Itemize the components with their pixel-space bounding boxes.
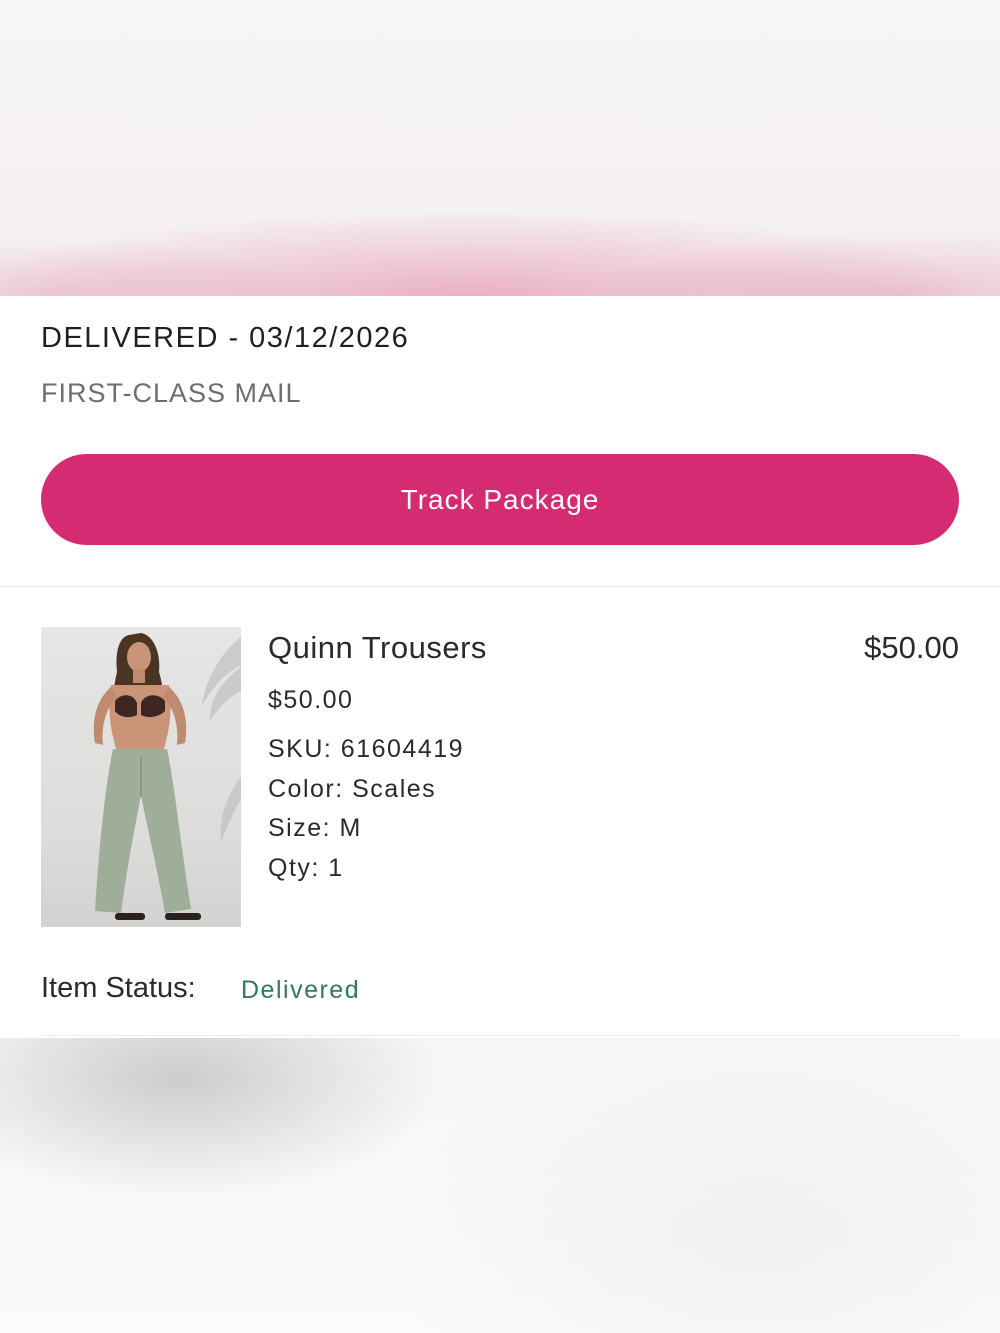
- product-image[interactable]: [41, 627, 241, 927]
- unit-price: $50.00: [268, 686, 354, 714]
- product-color: Color: Scales: [268, 775, 437, 803]
- product-sku: SKU: 61604419: [268, 735, 465, 763]
- product-size: Size: M: [268, 814, 362, 842]
- divider: [41, 1035, 959, 1036]
- item-status-value: Delivered: [241, 976, 361, 1004]
- order-detail-page: DELIVERED - 03/12/2026 FIRST-CLASS MAIL …: [0, 0, 1000, 1333]
- shipment-status: DELIVERED - 03/12/2026: [41, 322, 410, 354]
- divider: [0, 586, 1000, 587]
- track-package-button[interactable]: Track Package: [41, 454, 959, 545]
- background-blur-bottom: [0, 1038, 1000, 1333]
- background-blur-top: [0, 0, 1000, 296]
- line-total: $50.00: [864, 630, 959, 665]
- shipping-method: FIRST-CLASS MAIL: [41, 378, 302, 408]
- shipment-card: DELIVERED - 03/12/2026 FIRST-CLASS MAIL …: [0, 296, 1000, 1038]
- product-name[interactable]: Quinn Trousers: [268, 630, 487, 666]
- item-status-label: Item Status:: [41, 972, 196, 1004]
- product-quantity: Qty: 1: [268, 854, 344, 882]
- product-photo-icon: [93, 633, 241, 920]
